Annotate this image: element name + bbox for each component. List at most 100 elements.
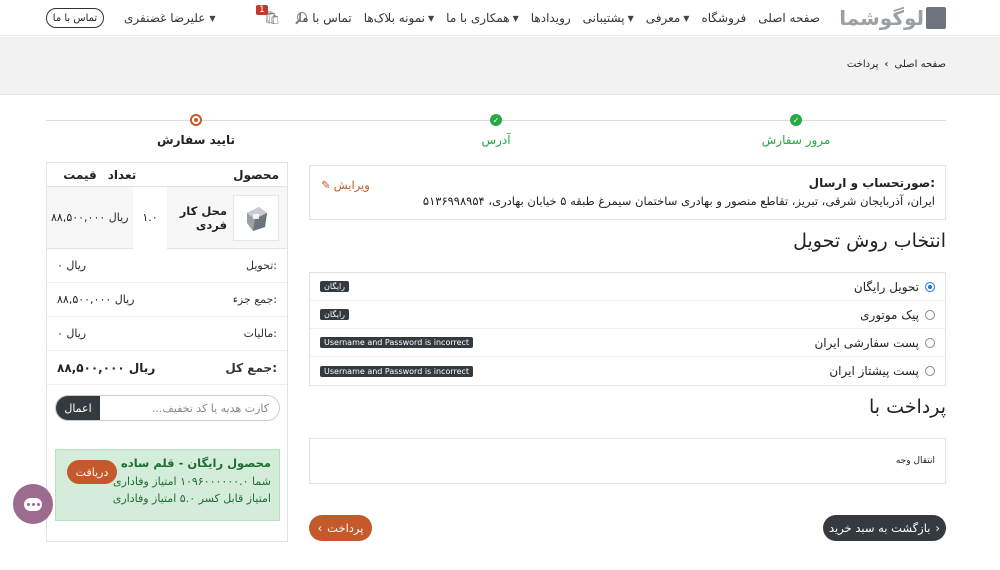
search-icon[interactable] bbox=[295, 12, 307, 24]
logo-mark bbox=[926, 7, 946, 29]
check-icon: ✓ bbox=[790, 114, 802, 126]
order-summary: محصول تعداد قیمت محل کار فردی ۱.۰ ۸۸,۵۰۰… bbox=[46, 162, 288, 542]
breadcrumb: صفحه اصلی ‹ پرداخت bbox=[847, 59, 946, 70]
product-row: محل کار فردی ۱.۰ ۸۸,۵۰۰,۰۰۰ ریال bbox=[47, 186, 287, 249]
pay-label: پرداخت bbox=[327, 521, 364, 535]
error-badge: Username and Password is incorrect bbox=[320, 365, 474, 377]
header-qty: تعداد bbox=[107, 167, 137, 182]
promo-cost: امتیاز قابل کسر ۵.۰ امتیاز وفاداری bbox=[112, 492, 271, 505]
caret-down-icon: ▼ bbox=[512, 13, 519, 23]
subtotal-row: جمع جزء: ۸۸,۵۰۰,۰۰۰ ریال bbox=[47, 283, 287, 317]
menu-label: نمونه بلاک‌ها bbox=[363, 11, 425, 25]
breadcrumb-band: صفحه اصلی ‹ پرداخت bbox=[0, 37, 1000, 95]
logo-text: لوگوشما bbox=[839, 6, 925, 30]
step-confirm: تایید سفارش bbox=[136, 114, 256, 147]
option-label-group: پیک موتوری bbox=[860, 308, 935, 322]
menu-item-cooperation[interactable]: همکاری با ما ▼ bbox=[446, 11, 519, 25]
product-image[interactable] bbox=[233, 194, 279, 241]
total-row: جمع کل: ۸۸,۵۰۰,۰۰۰ ریال bbox=[47, 351, 287, 385]
breadcrumb-current: پرداخت bbox=[846, 59, 879, 70]
menu-item-home[interactable]: صفحه اصلی bbox=[758, 11, 820, 25]
menu-label: معرفی bbox=[645, 11, 681, 25]
delivery-row: تحویل: ۰ ریال bbox=[47, 249, 287, 283]
current-step-icon bbox=[190, 114, 202, 126]
delivery-value: ۰ ریال bbox=[57, 259, 87, 272]
chevron-left-icon: ‹ bbox=[884, 59, 889, 70]
back-to-cart-button[interactable]: › بازگشت به سبد خرید bbox=[823, 515, 946, 541]
nav-icons: 🛍 1 bbox=[256, 0, 307, 36]
chat-bubble-button[interactable] bbox=[13, 484, 53, 524]
delivery-option[interactable]: پست سفارشی ایران Username and Password i… bbox=[310, 329, 945, 357]
radio-selected[interactable] bbox=[925, 281, 935, 292]
chat-icon bbox=[24, 497, 42, 511]
caret-down-icon: ▼ bbox=[683, 13, 690, 23]
tax-row: مالیات: ۰ ریال bbox=[47, 317, 287, 351]
step-label: آدرس bbox=[481, 133, 511, 147]
edit-icon: ✎ bbox=[321, 178, 331, 192]
logo[interactable]: لوگوشما bbox=[839, 5, 946, 31]
cart-icon[interactable]: 🛍 1 bbox=[256, 4, 281, 26]
product-qty: ۱.۰ bbox=[133, 186, 167, 249]
menu-label: همکاری با ما bbox=[446, 11, 510, 25]
coupon-form: اعمال bbox=[55, 395, 280, 421]
delivery-label: تحویل: bbox=[246, 259, 277, 272]
payment-method-card[interactable]: انتقال وجه bbox=[309, 438, 946, 484]
check-icon: ✓ bbox=[490, 114, 502, 126]
product-name[interactable]: محل کار فردی bbox=[167, 204, 233, 232]
menu-label: پشتیبانی bbox=[582, 11, 625, 25]
delivery-option[interactable]: پیک موتوری رایگان bbox=[310, 301, 945, 329]
product-price: ۸۸,۵۰۰,۰۰۰ ریال bbox=[51, 211, 129, 224]
delivery-option[interactable]: تحویل رایگان رایگان bbox=[310, 273, 945, 301]
summary-header: محصول تعداد قیمت bbox=[47, 163, 287, 187]
edit-address-link[interactable]: ✎ ویرایش bbox=[321, 178, 370, 192]
main-menu: صفحه اصلی فروشگاه معرفی ▼ پشتیبانی ▼ رویدا… bbox=[298, 0, 820, 36]
header-price: قیمت bbox=[63, 167, 97, 182]
contact-button[interactable]: تماس با ما bbox=[46, 8, 104, 28]
delivery-methods: تحویل رایگان رایگان پیک موتوری رایگان پس… bbox=[309, 272, 946, 386]
cart-count-badge: 1 bbox=[256, 4, 268, 15]
error-badge: Username and Password is incorrect bbox=[320, 337, 474, 348]
menu-item-events[interactable]: رویدادها bbox=[531, 11, 571, 25]
option-label: پست پیشتاز ایران bbox=[829, 364, 919, 378]
claim-reward-button[interactable]: دریافت bbox=[67, 460, 117, 484]
total-label: جمع کل: bbox=[225, 360, 277, 375]
pay-button[interactable]: پرداخت ‹ bbox=[309, 515, 372, 541]
header-product: محصول bbox=[233, 167, 279, 182]
radio-unselected[interactable] bbox=[925, 337, 935, 348]
option-label: پست سفارشی ایران bbox=[814, 335, 919, 350]
menu-item-shop[interactable]: فروشگاه bbox=[701, 11, 746, 25]
menu-label: رویدادها bbox=[530, 11, 571, 25]
tax-value: ۰ ریال bbox=[57, 327, 87, 340]
price-badge: رایگان bbox=[320, 309, 350, 320]
address-card: صورتحساب و ارسال: ایران، آذربایجان شرقی،… bbox=[309, 165, 946, 220]
menu-item-blocks[interactable]: نمونه بلاک‌ها ▼ bbox=[364, 11, 434, 25]
address-text: ایران، آذربایجان شرقی، تبریز، تقاطع منصو… bbox=[422, 194, 935, 208]
menu-label: فروشگاه bbox=[701, 11, 747, 25]
menu-item-support[interactable]: پشتیبانی ▼ bbox=[583, 11, 634, 25]
radio-unselected[interactable] bbox=[925, 366, 935, 376]
delivery-heading: انتخاب روش تحویل bbox=[793, 230, 946, 252]
breadcrumb-home[interactable]: صفحه اصلی bbox=[895, 59, 946, 70]
caret-down-icon: ▼ bbox=[428, 13, 435, 23]
subtotal-value: ۸۸,۵۰۰,۰۰۰ ریال bbox=[57, 293, 135, 306]
user-menu[interactable]: علیرضا غضنفری ▼ bbox=[124, 0, 216, 36]
payment-heading: پرداخت با bbox=[868, 396, 946, 418]
apply-coupon-button[interactable]: اعمال bbox=[56, 396, 100, 420]
caret-down-icon: ▼ bbox=[627, 13, 634, 23]
menu-item-about[interactable]: معرفی ▼ bbox=[646, 11, 690, 25]
coupon-input[interactable] bbox=[100, 396, 279, 420]
caret-down-icon: ▼ bbox=[209, 13, 216, 23]
back-label: بازگشت به سبد خرید bbox=[828, 521, 931, 535]
option-label-group: پست پیشتاز ایران bbox=[829, 364, 935, 378]
total-value: ۸۸,۵۰۰,۰۰۰ ریال bbox=[57, 360, 156, 375]
edit-label: ویرایش bbox=[333, 178, 370, 192]
option-label: پیک موتوری bbox=[860, 307, 919, 322]
radio-unselected[interactable] bbox=[925, 309, 935, 320]
price-badge: رایگان bbox=[320, 281, 350, 292]
delivery-option[interactable]: پست پیشتاز ایران Username and Password i… bbox=[310, 357, 945, 385]
option-label-group: پست سفارشی ایران bbox=[814, 336, 935, 350]
subtotal-label: جمع جزء: bbox=[232, 293, 277, 306]
step-label: مرور سفارش bbox=[761, 133, 831, 147]
user-name: علیرضا غضنفری bbox=[124, 11, 206, 25]
option-label-group: تحویل رایگان bbox=[854, 280, 935, 294]
